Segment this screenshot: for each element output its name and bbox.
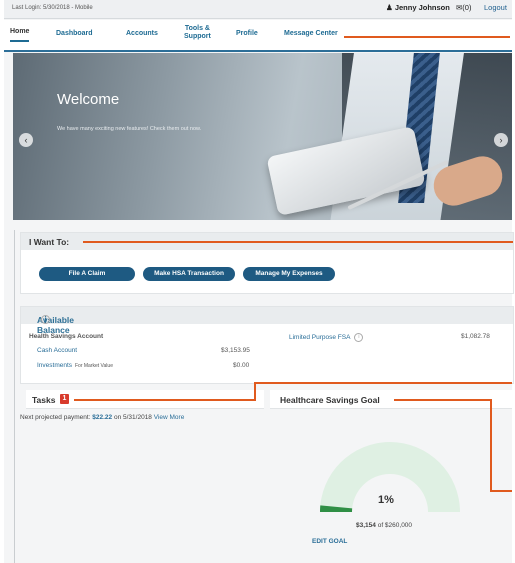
tab-tools-support[interactable]: Tools & Support (184, 25, 211, 41)
callout-line-goal-end (490, 490, 512, 492)
cash-account-value: $3,153.95 (221, 347, 250, 354)
savings-goal-amount: $3,154 of $260,000 (356, 522, 413, 529)
savings-goal-header: Healthcare Savings Goal (270, 390, 512, 409)
tab-dashboard[interactable]: Dashboard (56, 30, 93, 37)
tasks-header: Tasks 1 (26, 390, 264, 409)
app-frame: Last Login: 5/30/2018 - Mobile ♟ Jenny J… (4, 0, 514, 563)
tab-profile[interactable]: Profile (236, 30, 258, 37)
tab-home[interactable]: Home (10, 28, 30, 42)
banner-title: Welcome (57, 91, 120, 108)
i-want-to-heading: I Want To: (29, 237, 70, 247)
person-icon: ♟ (386, 3, 393, 12)
page-border (14, 230, 15, 563)
info-icon[interactable]: i (41, 315, 50, 324)
investments-value: $0.00 (233, 362, 250, 369)
callout-line-tasks-vertical (254, 382, 256, 400)
chevron-right-icon[interactable]: › (494, 133, 508, 147)
messages-link[interactable]: ✉(0) (456, 3, 471, 12)
investments-note: For Market Value (75, 363, 113, 369)
callout-line-goal (394, 399, 492, 401)
file-claim-button[interactable]: File A Claim (39, 267, 135, 281)
info-icon[interactable]: i (354, 333, 364, 342)
investments-link[interactable]: Investments (37, 362, 72, 369)
callout-line-tasks-horizontal (254, 382, 512, 384)
available-balance-header: Available Balance i (21, 307, 513, 335)
available-balance-panel: Available Balance i Health Savings Accoun… (20, 306, 514, 384)
savings-goal-gauge (320, 442, 460, 512)
callout-line-goal-vertical (490, 400, 492, 492)
hsa-label: Health Savings Account (29, 333, 104, 340)
next-payment-amount: $22.22 (92, 414, 113, 421)
logout-link[interactable]: Logout (484, 3, 507, 12)
chevron-left-icon[interactable]: ‹ (19, 133, 33, 147)
tab-message-center[interactable]: Message Center (284, 30, 338, 37)
cash-account-link[interactable]: Cash Account (37, 347, 77, 354)
savings-goal-percent: 1% (378, 494, 394, 506)
user-name[interactable]: ♟ Jenny Johnson (386, 3, 450, 12)
callout-line-iwant (83, 241, 513, 243)
hsa-transaction-button[interactable]: Make HSA Transaction (143, 267, 235, 281)
welcome-banner: Welcome We have many exciting new featur… (13, 53, 512, 220)
fsa-link[interactable]: Limited Purpose FSA i (289, 333, 364, 342)
manage-expenses-button[interactable]: Manage My Expenses (243, 267, 335, 281)
callout-line-tasks (74, 399, 256, 401)
view-more-link[interactable]: View More (154, 414, 185, 421)
fsa-value: $1,082.78 (461, 333, 490, 340)
main-nav: Home Dashboard Accounts Tools & Support … (4, 20, 512, 52)
last-login: Last Login: 5/30/2018 - Mobile (12, 5, 93, 11)
banner-subtitle[interactable]: We have many exciting new features! Chec… (57, 126, 201, 132)
edit-goal-link[interactable]: EDIT GOAL (312, 538, 347, 545)
i-want-to-panel: I Want To: File A Claim Make HSA Transac… (20, 232, 514, 294)
tasks-count-badge[interactable]: 1 (60, 394, 69, 404)
tasks-heading: Tasks (32, 395, 56, 405)
savings-goal-heading: Healthcare Savings Goal (280, 395, 380, 405)
callout-line-nav (344, 36, 510, 38)
top-bar: Last Login: 5/30/2018 - Mobile ♟ Jenny J… (4, 0, 512, 19)
next-payment-text: Next projected payment: $22.22 on 5/31/2… (20, 414, 185, 421)
tab-accounts[interactable]: Accounts (126, 30, 158, 37)
